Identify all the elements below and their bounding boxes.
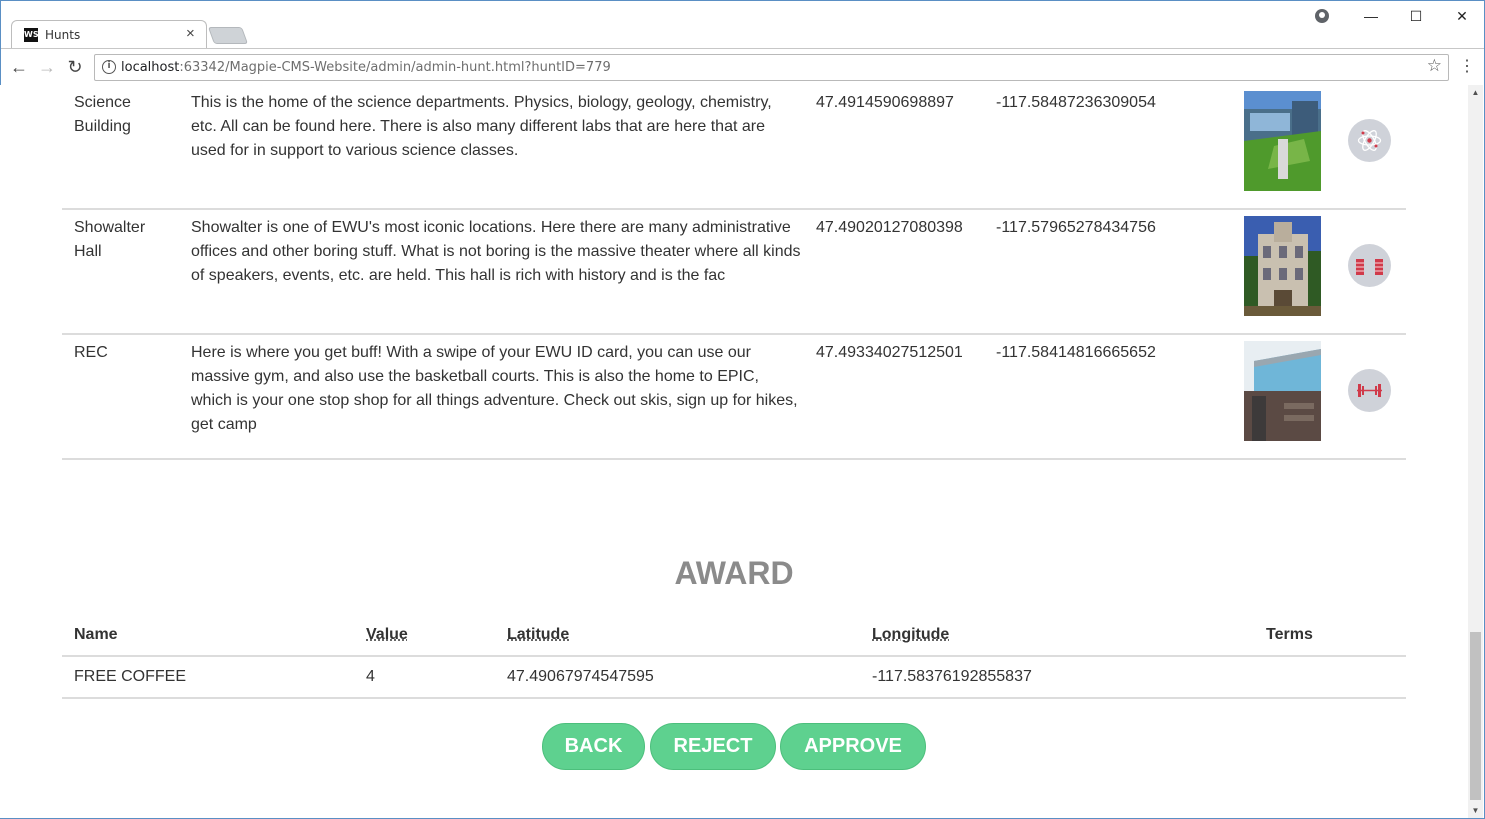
location-name: REC	[74, 344, 108, 361]
maximize-icon[interactable]: ☐	[1406, 7, 1426, 25]
action-buttons: BACK REJECT APPROVE	[0, 723, 1468, 771]
tab-title: Hunts	[45, 28, 81, 42]
url-path: :63342/Magpie-CMS-Website/admin/admin-hu…	[179, 60, 611, 75]
location-latitude: 47.4914590698897	[816, 94, 954, 111]
scroll-down-arrow-icon[interactable]: ▼	[1468, 803, 1483, 818]
award-latitude: 47.49067974547595	[507, 668, 654, 685]
location-row: Science Building This is the home of the…	[62, 85, 1406, 210]
site-info-icon[interactable]: i	[102, 60, 116, 74]
header-terms: Terms	[1266, 626, 1313, 643]
approve-button[interactable]: APPROVE	[780, 723, 926, 770]
browser-tab[interactable]: WS Hunts ×	[11, 20, 207, 49]
location-latitude: 47.49020127080398	[816, 219, 963, 236]
award-name: FREE COFFEE	[74, 668, 187, 685]
award-value: 4	[366, 668, 375, 685]
url-text: localhost:63342/Magpie-CMS-Website/admin…	[121, 60, 611, 75]
location-longitude: -117.58487236309054	[996, 94, 1156, 111]
location-description: Showalter is one of EWU's most iconic lo…	[191, 219, 801, 284]
address-bar[interactable]: i localhost:63342/Magpie-CMS-Website/adm…	[94, 54, 1449, 81]
award-longitude: -117.58376192855837	[872, 668, 1032, 685]
new-tab-button[interactable]	[207, 27, 249, 44]
tab-close-icon[interactable]: ×	[186, 25, 195, 43]
location-photo	[1244, 216, 1321, 316]
header-latitude: Latitude	[507, 626, 570, 643]
minimize-icon[interactable]: —	[1361, 7, 1381, 25]
title-bar: WS Hunts × — ☐ ✕	[1, 1, 1484, 49]
profile-icon[interactable]	[1315, 9, 1329, 23]
atom-icon	[1348, 119, 1391, 162]
location-row: REC Here is where you get buff! With a s…	[62, 335, 1406, 460]
award-title: AWARD	[674, 555, 794, 591]
location-photo	[1244, 341, 1321, 441]
scroll-up-arrow-icon[interactable]: ▲	[1468, 85, 1483, 100]
location-name: Showalter Hall	[74, 219, 146, 260]
browser-menu-icon[interactable]: ⋮	[1459, 58, 1475, 76]
theater-curtains-icon	[1348, 244, 1391, 287]
location-longitude: -117.58414816665652	[996, 344, 1156, 361]
location-description: Here is where you get buff! With a swipe…	[191, 344, 798, 433]
location-description: This is the home of the science departme…	[191, 94, 772, 159]
page-viewport: Science Building This is the home of the…	[0, 85, 1468, 818]
webstorm-favicon-icon: WS	[24, 28, 39, 42]
scrollbar-thumb[interactable]	[1470, 632, 1481, 800]
location-name: Science Building	[74, 94, 131, 135]
location-row: Showalter Hall Showalter is one of EWU's…	[62, 210, 1406, 335]
browser-toolbar: ← → ↻ i localhost:63342/Magpie-CMS-Websi…	[1, 48, 1484, 86]
bookmark-star-icon[interactable]: ☆	[1427, 56, 1442, 76]
reload-icon[interactable]: ↻	[64, 57, 86, 77]
url-host: localhost	[121, 60, 180, 75]
header-value: Value	[366, 626, 408, 643]
location-photo	[1244, 91, 1321, 191]
location-latitude: 47.49334027512501	[816, 344, 963, 361]
award-table-header: Name Value Latitude Longitude Terms	[62, 615, 1406, 657]
location-longitude: -117.57965278434756	[996, 219, 1156, 236]
vertical-scrollbar[interactable]: ▲ ▼	[1468, 85, 1483, 818]
close-window-icon[interactable]: ✕	[1452, 7, 1472, 25]
award-table-row: FREE COFFEE 4 47.49067974547595 -117.583…	[62, 657, 1406, 699]
back-button[interactable]: BACK	[542, 723, 645, 770]
header-longitude: Longitude	[872, 626, 950, 643]
back-arrow-icon[interactable]: ←	[8, 57, 30, 77]
reject-button[interactable]: REJECT	[650, 723, 776, 770]
header-name: Name	[74, 626, 118, 643]
dumbbell-icon	[1348, 369, 1391, 412]
forward-arrow-icon[interactable]: →	[36, 57, 58, 77]
